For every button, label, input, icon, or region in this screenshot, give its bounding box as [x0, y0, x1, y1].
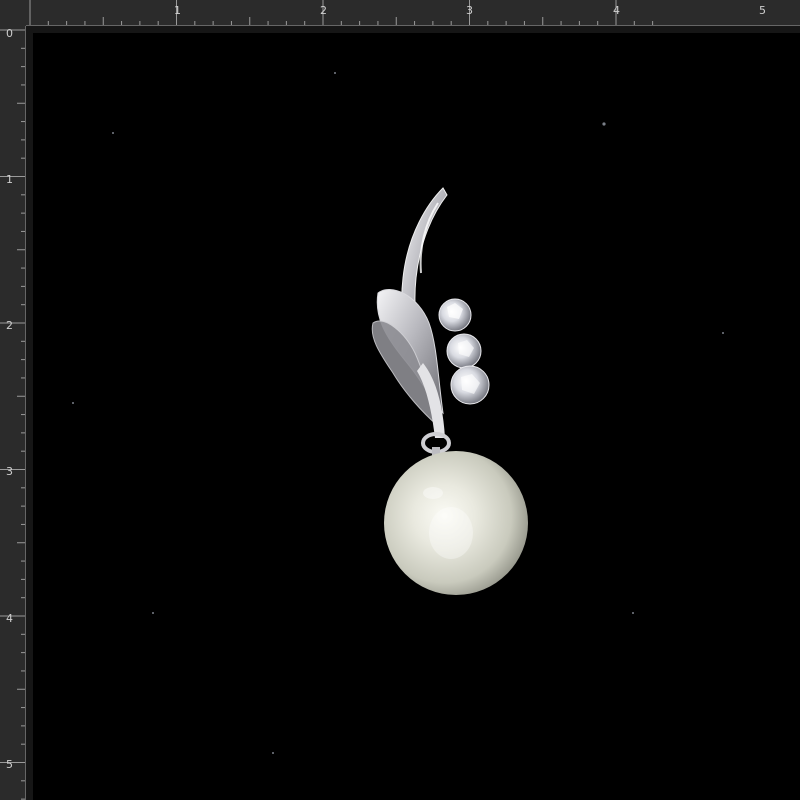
- vertical-ruler-ticks: [0, 29, 26, 800]
- v-ruler-label-4: 4: [6, 612, 13, 625]
- h-ruler-label-4: 4: [613, 4, 620, 17]
- h-ruler-label-2: 2: [320, 4, 327, 17]
- pendant-setting: [371, 187, 490, 461]
- vertical-ruler[interactable]: 0 1 2 3 4 5: [0, 26, 26, 800]
- v-ruler-label-1: 1: [6, 173, 13, 186]
- dust-specks: [72, 72, 724, 754]
- v-ruler-label-0: 0: [6, 27, 13, 40]
- horizontal-ruler[interactable]: 1 2 3 4 5: [26, 0, 800, 26]
- v-ruler-label-3: 3: [6, 465, 13, 478]
- h-ruler-label-1: 1: [174, 4, 181, 17]
- pearl-pendant-photo: [72, 72, 724, 754]
- v-ruler-label-5: 5: [6, 758, 13, 771]
- h-ruler-label-5: 5: [759, 4, 766, 17]
- ruler-origin-corner[interactable]: [0, 0, 26, 26]
- horizontal-ruler-ticks: [29, 0, 654, 26]
- image-canvas[interactable]: [33, 33, 800, 800]
- v-ruler-label-2: 2: [6, 319, 13, 332]
- h-ruler-label-3: 3: [466, 4, 473, 17]
- pearl: [384, 451, 528, 595]
